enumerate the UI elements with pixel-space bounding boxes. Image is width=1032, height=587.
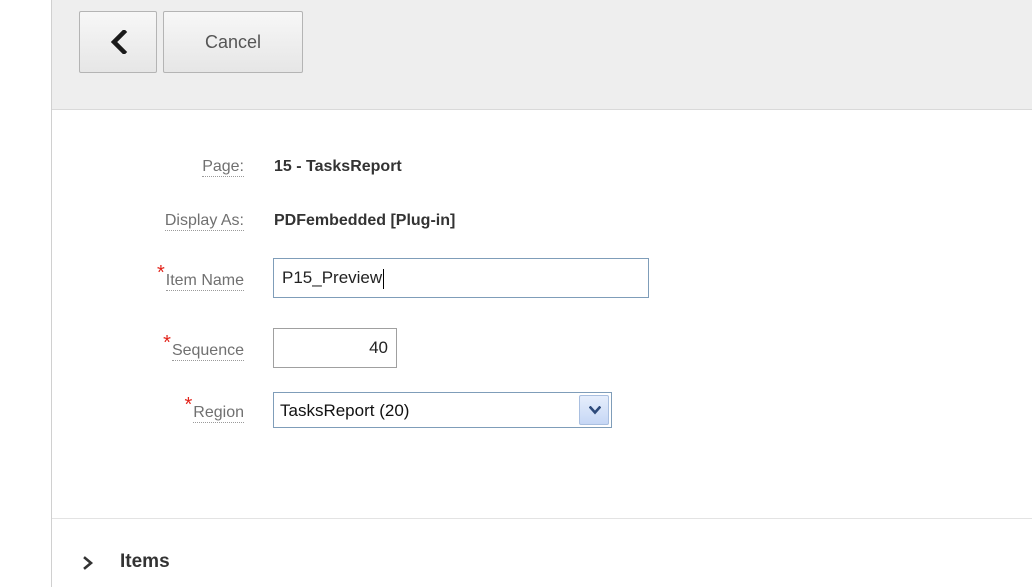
item-name-label: *Item Name bbox=[156, 262, 244, 291]
page-label: Page: bbox=[202, 158, 244, 177]
sequence-label: *Sequence bbox=[163, 332, 244, 361]
item-name-input[interactable]: P15_Preview bbox=[273, 258, 649, 298]
required-marker: * bbox=[184, 394, 193, 416]
region-row: *Region TasksReport (20) bbox=[52, 392, 1032, 432]
display-as-row: Display As: PDFembedded [Plug-in] bbox=[52, 202, 1032, 242]
back-button[interactable] bbox=[79, 11, 157, 73]
cancel-button[interactable]: Cancel bbox=[163, 11, 303, 73]
items-section-label: Items bbox=[120, 551, 170, 572]
chevron-right-icon bbox=[83, 556, 94, 570]
content-panel: Cancel Page: 15 - TasksReport Display As… bbox=[51, 0, 1032, 587]
page: Cancel Page: 15 - TasksReport Display As… bbox=[0, 0, 1032, 587]
region-selected-value: TasksReport (20) bbox=[280, 401, 410, 420]
item-name-row: *Item Name P15_Preview bbox=[52, 258, 1032, 298]
sequence-input[interactable]: 40 bbox=[273, 328, 397, 368]
page-value: 15 - TasksReport bbox=[274, 158, 402, 175]
display-as-label: Display As: bbox=[164, 212, 244, 231]
chevron-left-icon bbox=[110, 30, 128, 54]
region-dropdown-button[interactable] bbox=[579, 395, 609, 425]
left-gutter bbox=[0, 0, 51, 587]
text-caret bbox=[383, 268, 385, 289]
page-row: Page: 15 - TasksReport bbox=[52, 148, 1032, 188]
item-form: Page: 15 - TasksReport Display As: PDFem… bbox=[52, 110, 1032, 518]
required-marker: * bbox=[163, 332, 171, 354]
region-label: *Region bbox=[184, 394, 244, 423]
display-as-value: PDFembedded [Plug-in] bbox=[274, 212, 456, 229]
button-bar: Cancel bbox=[52, 0, 1032, 110]
section-divider bbox=[52, 518, 1032, 519]
region-select[interactable]: TasksReport (20) bbox=[273, 392, 612, 428]
chevron-down-icon bbox=[589, 406, 601, 415]
required-marker: * bbox=[156, 262, 165, 284]
sequence-row: *Sequence 40 bbox=[52, 328, 1032, 368]
